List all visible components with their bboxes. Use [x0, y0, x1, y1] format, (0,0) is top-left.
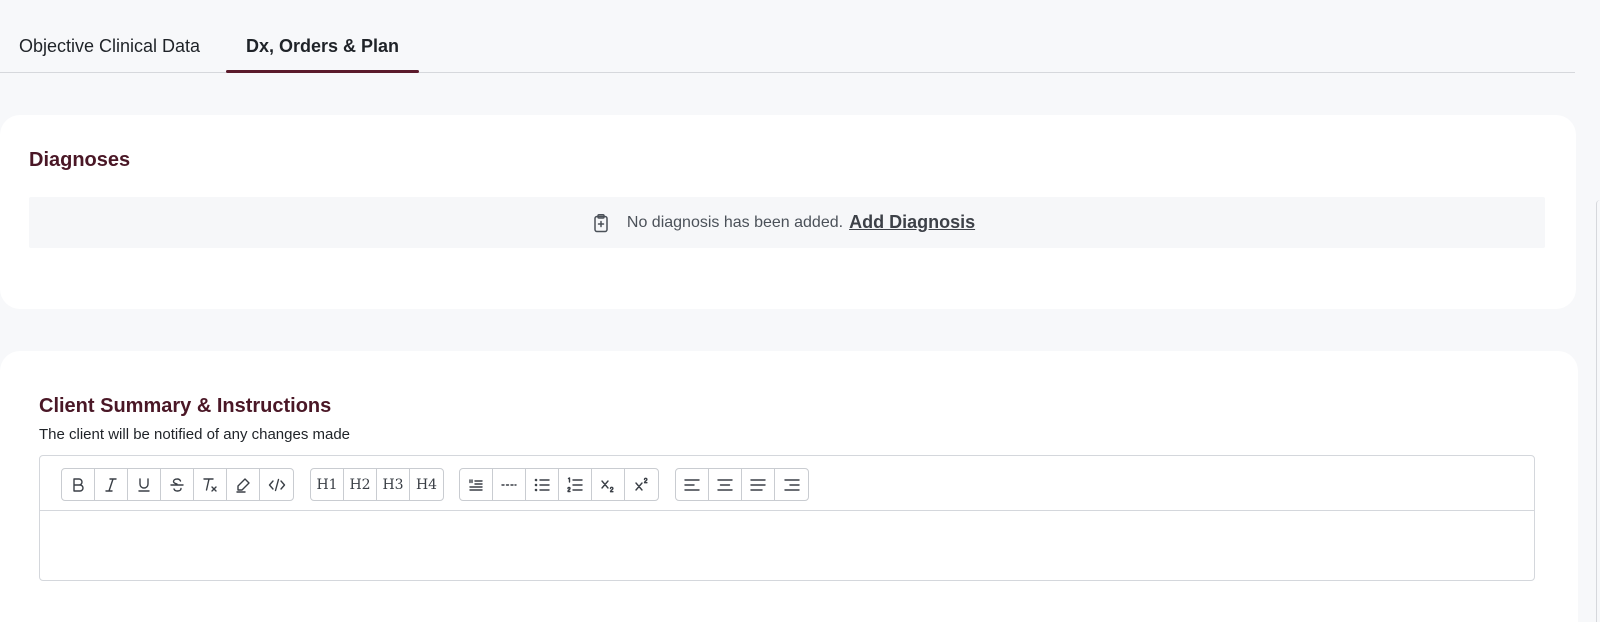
rich-text-editor: H1 H2 H3 H4: [39, 455, 1535, 581]
horizontal-rule-icon: [501, 483, 517, 486]
align-button-group: [675, 468, 809, 501]
strikethrough-button[interactable]: [161, 469, 194, 500]
block-button-group: [459, 468, 659, 501]
superscript-button[interactable]: [625, 469, 658, 500]
horizontal-rule-button[interactable]: [493, 469, 526, 500]
heading-4-button[interactable]: H4: [410, 469, 443, 500]
heading-1-button[interactable]: H1: [311, 469, 344, 500]
italic-button[interactable]: [95, 469, 128, 500]
heading-button-group: H1 H2 H3 H4: [310, 468, 444, 501]
client-summary-card: Client Summary & Instructions The client…: [0, 351, 1578, 622]
tab-bar: Objective Clinical Data Dx, Orders & Pla…: [0, 0, 1575, 73]
client-summary-subtitle: The client will be notified of any chang…: [39, 426, 351, 443]
code-icon: [268, 478, 285, 491]
active-tab-indicator: [226, 70, 419, 73]
subscript-button[interactable]: [592, 469, 625, 500]
tab-objective-clinical-data[interactable]: Objective Clinical Data: [19, 36, 200, 57]
ordered-list-button[interactable]: [559, 469, 592, 500]
format-button-group: [61, 468, 294, 501]
align-right-button[interactable]: [775, 469, 808, 500]
underline-button[interactable]: [128, 469, 161, 500]
editor-toolbar: H1 H2 H3 H4: [40, 456, 1534, 511]
diagnoses-empty-state: No diagnosis has been added. Add Diagnos…: [29, 197, 1545, 248]
diagnoses-title: Diagnoses: [29, 149, 131, 171]
add-diagnosis-link[interactable]: Add Diagnosis: [849, 212, 975, 233]
heading-3-label: H3: [382, 476, 404, 493]
italic-icon: [105, 477, 117, 492]
blockquote-icon: [469, 478, 483, 491]
highlight-button[interactable]: [227, 469, 260, 500]
strikethrough-icon: [170, 477, 184, 492]
bold-icon: [73, 477, 84, 492]
heading-4-label: H4: [415, 476, 438, 493]
heading-2-button[interactable]: H2: [344, 469, 377, 500]
code-button[interactable]: [260, 469, 293, 500]
bold-button[interactable]: [62, 469, 95, 500]
underline-icon: [138, 477, 150, 492]
clipboard-plus-icon: [591, 213, 611, 233]
client-summary-title: Client Summary & Instructions: [39, 395, 332, 417]
superscript-icon: [634, 477, 648, 491]
align-center-button[interactable]: [709, 469, 742, 500]
align-justify-icon: [750, 478, 766, 491]
diagnoses-empty-text: No diagnosis has been added.: [626, 213, 844, 231]
heading-1-label: H1: [316, 476, 338, 493]
page-scrollbar[interactable]: [1596, 200, 1600, 622]
clear-format-button[interactable]: [194, 469, 227, 500]
highlight-icon: [236, 477, 250, 493]
bullet-list-icon: [534, 478, 550, 491]
align-left-button[interactable]: [676, 469, 709, 500]
clear-format-icon: [203, 477, 217, 492]
editor-content-area[interactable]: [40, 512, 1534, 580]
diagnoses-card: Diagnoses No diagnosis has been added. A…: [0, 115, 1576, 309]
align-justify-button[interactable]: [742, 469, 775, 500]
tab-dx-orders-plan[interactable]: Dx, Orders & Plan: [246, 36, 399, 57]
bullet-list-button[interactable]: [526, 469, 559, 500]
align-center-icon: [717, 478, 733, 491]
align-right-icon: [783, 478, 800, 491]
ordered-list-icon: [567, 476, 583, 492]
heading-2-label: H2: [349, 476, 371, 493]
subscript-icon: [601, 479, 614, 492]
blockquote-button[interactable]: [460, 469, 493, 500]
heading-3-button[interactable]: H3: [377, 469, 410, 500]
align-left-icon: [684, 478, 700, 491]
